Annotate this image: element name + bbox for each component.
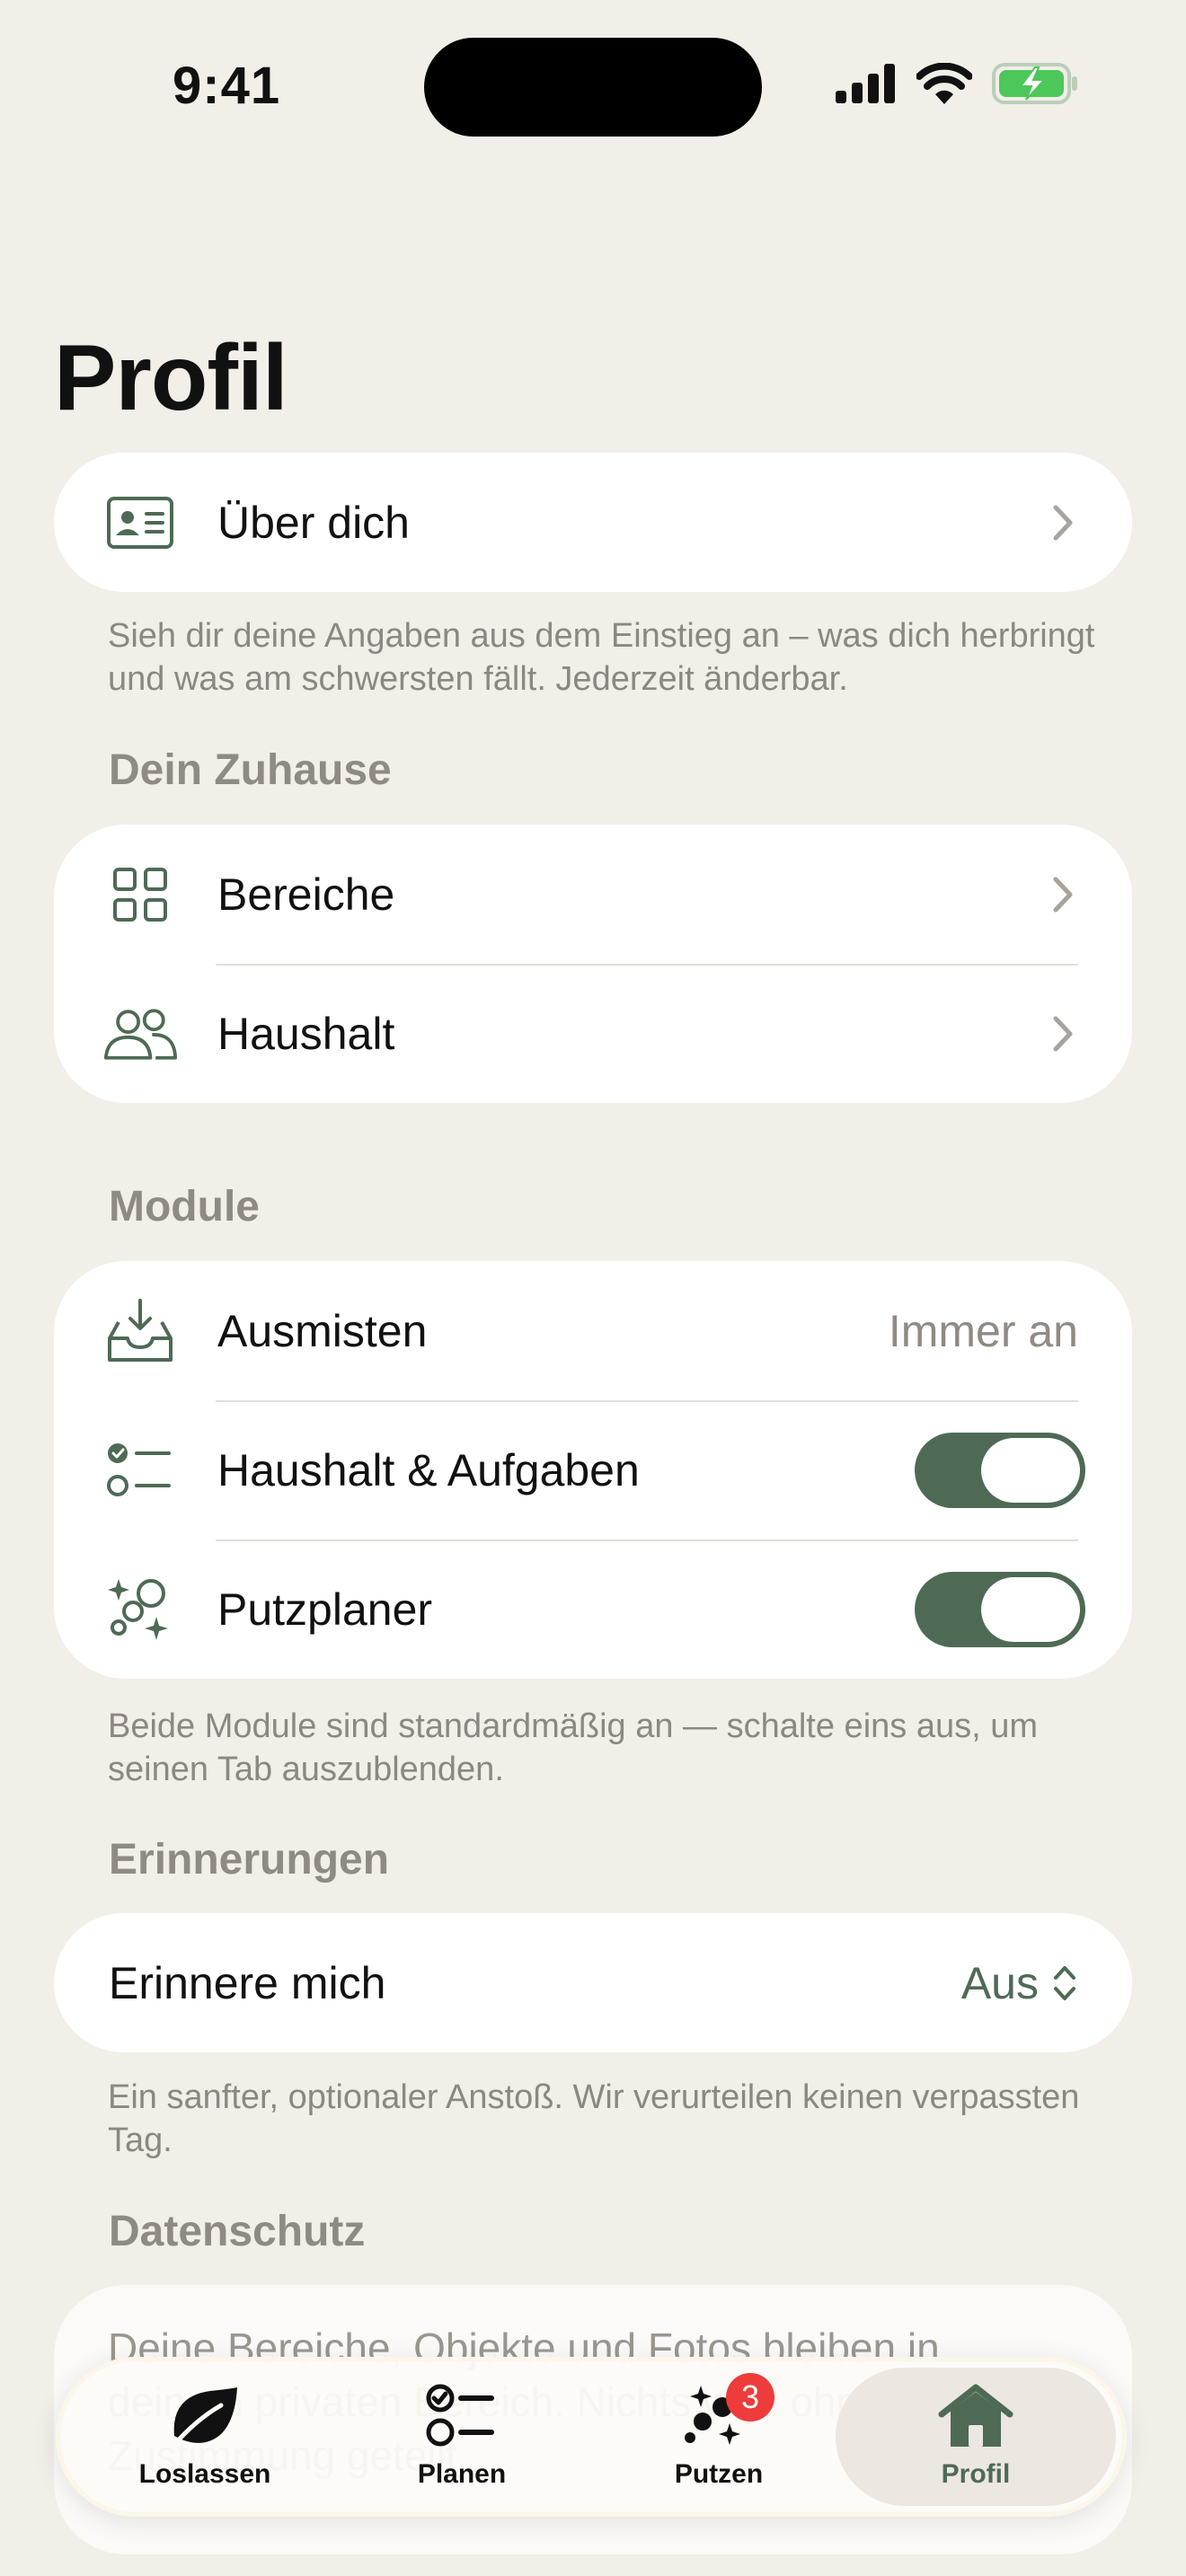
reminders-section-header: Erinnerungen bbox=[109, 1836, 390, 1883]
leaf-icon bbox=[162, 2380, 248, 2452]
home-section-header: Dein Zuhause bbox=[109, 746, 392, 794]
inbox-download-icon bbox=[102, 1293, 178, 1369]
about-label: Über dich bbox=[217, 497, 410, 548]
reminder-row[interactable]: Erinnere mich Aus bbox=[54, 1913, 1132, 2052]
chevron-right-icon bbox=[1053, 877, 1073, 912]
putzplaner-toggle[interactable] bbox=[915, 1571, 1085, 1647]
toggle-knob bbox=[981, 1437, 1080, 1503]
modules-note: Beide Module sind standardmäßig an — sch… bbox=[108, 1707, 1038, 1788]
chevron-right-icon bbox=[1053, 1016, 1073, 1051]
about-card: Über dich bbox=[54, 453, 1132, 592]
battery-charging-icon bbox=[992, 63, 1077, 104]
page-title: Profil bbox=[54, 326, 288, 430]
home-item-haushalt[interactable]: Haushalt bbox=[54, 964, 1132, 1103]
about-row[interactable]: Über dich bbox=[54, 453, 1132, 592]
tab-bar: Loslassen Planen 3 Putzen Profil bbox=[56, 2357, 1127, 2517]
status-time: 9:41 bbox=[173, 57, 281, 115]
module-label: Haushalt & Aufgaben bbox=[217, 1444, 640, 1495]
people-icon bbox=[102, 996, 178, 1072]
module-label: Putzplaner bbox=[217, 1584, 433, 1635]
row-divider bbox=[216, 1539, 1078, 1541]
modules-card: Ausmisten Immer an Haushalt & Aufgaben P… bbox=[54, 1261, 1132, 1679]
reminders-note: Ein sanfter, optionaler Anstoß. Wir veru… bbox=[108, 2078, 1080, 2159]
reminders-card: Erinnere mich Aus bbox=[54, 1913, 1132, 2052]
wifi-icon bbox=[916, 63, 972, 104]
module-row-putzplaner: Putzplaner bbox=[54, 1539, 1132, 1679]
id-card-icon bbox=[102, 485, 178, 560]
home-item-label: Haushalt bbox=[217, 1008, 395, 1059]
tab-profil[interactable]: Profil bbox=[836, 2368, 1116, 2506]
chevron-up-down-icon bbox=[1054, 1965, 1075, 2000]
reminder-value: Aus bbox=[960, 1957, 1039, 2008]
reminder-select[interactable]: Aus bbox=[961, 1957, 1078, 2009]
checklist-icon bbox=[419, 2380, 505, 2452]
about-note: Sieh dir deine Angaben aus dem Einstieg … bbox=[108, 617, 1095, 698]
bubbles-sparkle-icon bbox=[102, 1572, 178, 1647]
dynamic-island bbox=[424, 38, 762, 137]
module-row-ausmisten: Ausmisten Immer an bbox=[54, 1261, 1132, 1400]
privacy-section-header: Datenschutz bbox=[109, 2208, 366, 2255]
toggle-knob bbox=[981, 1576, 1080, 1642]
tab-label: Putzen bbox=[674, 2459, 764, 2489]
notification-badge: 3 bbox=[726, 2373, 774, 2422]
checklist-icon bbox=[102, 1433, 178, 1508]
haushalt-aufgaben-toggle[interactable] bbox=[915, 1432, 1085, 1508]
reminder-label: Erinnere mich bbox=[109, 1957, 386, 2008]
bubbles-sparkle-icon: 3 bbox=[676, 2373, 774, 2452]
module-row-haushalt-aufgaben: Haushalt & Aufgaben bbox=[54, 1400, 1132, 1539]
home-item-bereiche[interactable]: Bereiche bbox=[54, 825, 1132, 964]
tab-label: Loslassen bbox=[138, 2459, 271, 2489]
home-item-label: Bereiche bbox=[217, 869, 395, 920]
status-icons bbox=[836, 63, 1078, 104]
row-divider bbox=[216, 964, 1078, 966]
chevron-right-icon bbox=[1053, 505, 1073, 540]
house-icon bbox=[933, 2380, 1019, 2452]
tab-label: Profil bbox=[941, 2459, 1011, 2489]
home-card: Bereiche Haushalt bbox=[54, 825, 1132, 1103]
tab-putzen[interactable]: 3 Putzen bbox=[602, 2357, 836, 2517]
grid-icon bbox=[102, 857, 178, 932]
row-divider bbox=[216, 1400, 1078, 1402]
tab-planen[interactable]: Planen bbox=[345, 2357, 579, 2517]
module-label: Ausmisten bbox=[217, 1305, 428, 1356]
module-status-value: Immer an bbox=[888, 1305, 1078, 1356]
modules-section-header: Module bbox=[109, 1183, 260, 1231]
tab-loslassen[interactable]: Loslassen bbox=[88, 2357, 322, 2517]
cellular-signal-icon bbox=[836, 64, 895, 103]
tab-label: Planen bbox=[417, 2459, 507, 2489]
